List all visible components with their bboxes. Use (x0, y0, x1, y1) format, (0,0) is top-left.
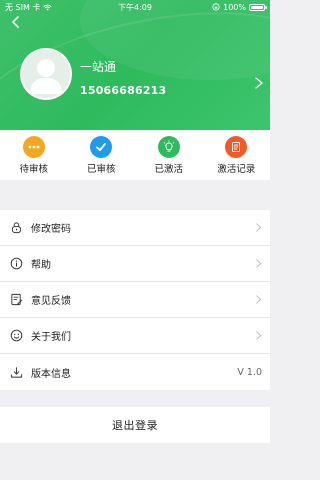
lock-icon (11, 222, 22, 234)
orientation-lock-icon (212, 3, 220, 11)
status-circle (22, 135, 45, 158)
settings-menu: 修改密码 帮助 意见反馈 关于我们 版本信息 V 1.0 (0, 210, 270, 390)
lightbulb-icon (163, 140, 175, 151)
wifi-icon (43, 4, 52, 11)
download-icon (10, 366, 23, 378)
status-item-reviewed[interactable]: 已审核 (68, 130, 136, 180)
chevron-right-icon[interactable] (254, 76, 264, 90)
status-label: 激活记录 (217, 163, 256, 175)
smiley-icon (10, 329, 23, 342)
menu-item-version-info[interactable]: 版本信息 V 1.0 (0, 354, 270, 390)
status-circle (157, 135, 180, 158)
chevron-right-icon (256, 223, 262, 232)
avatar[interactable] (20, 48, 72, 100)
menu-label: 帮助 (31, 260, 51, 271)
user-silhouette-icon (30, 59, 62, 94)
status-item-pending[interactable]: 待审核 (0, 130, 68, 180)
status-circle (225, 135, 248, 158)
battery-icon (249, 3, 267, 11)
version-value: V 1.0 (237, 366, 262, 378)
more-dots-icon (28, 145, 40, 148)
feedback-icon (11, 293, 23, 306)
status-item-activation-log[interactable]: 激活记录 (203, 130, 271, 180)
review-status-row: 待审核 已审核 已激活 激活记录 (0, 130, 270, 180)
battery-percent: 100% (223, 2, 246, 12)
status-label: 已激活 (154, 163, 183, 175)
checkmark-icon (96, 142, 107, 151)
status-item-activated[interactable]: 已激活 (135, 130, 203, 180)
logout-button[interactable]: 退出登录 (0, 407, 270, 443)
user-name: 一站通 (80, 60, 117, 74)
menu-label: 意见反馈 (31, 296, 71, 307)
status-circle (90, 135, 113, 158)
menu-item-help[interactable]: 帮助 (0, 246, 270, 282)
menu-label: 版本信息 (31, 368, 71, 380)
chevron-right-icon (256, 331, 262, 340)
profile-header: 无 SIM 卡 下午4:09 100% 一站通 15066686213 (0, 0, 270, 130)
menu-label: 修改密码 (31, 224, 71, 235)
user-phone: 15066686213 (80, 84, 167, 97)
info-icon (10, 257, 23, 270)
menu-item-feedback[interactable]: 意见反馈 (0, 282, 270, 318)
carrier-text: 无 SIM 卡 (5, 2, 41, 12)
back-arrow-icon[interactable] (8, 14, 24, 30)
menu-label: 关于我们 (31, 332, 71, 343)
chevron-right-icon (256, 259, 262, 268)
status-bar: 无 SIM 卡 下午4:09 100% (0, 0, 270, 14)
menu-item-about-us[interactable]: 关于我们 (0, 318, 270, 354)
document-icon (232, 141, 241, 152)
chevron-right-icon (256, 295, 262, 304)
status-label: 已审核 (86, 163, 116, 175)
menu-item-change-password[interactable]: 修改密码 (0, 210, 270, 246)
status-label: 待审核 (19, 163, 48, 175)
